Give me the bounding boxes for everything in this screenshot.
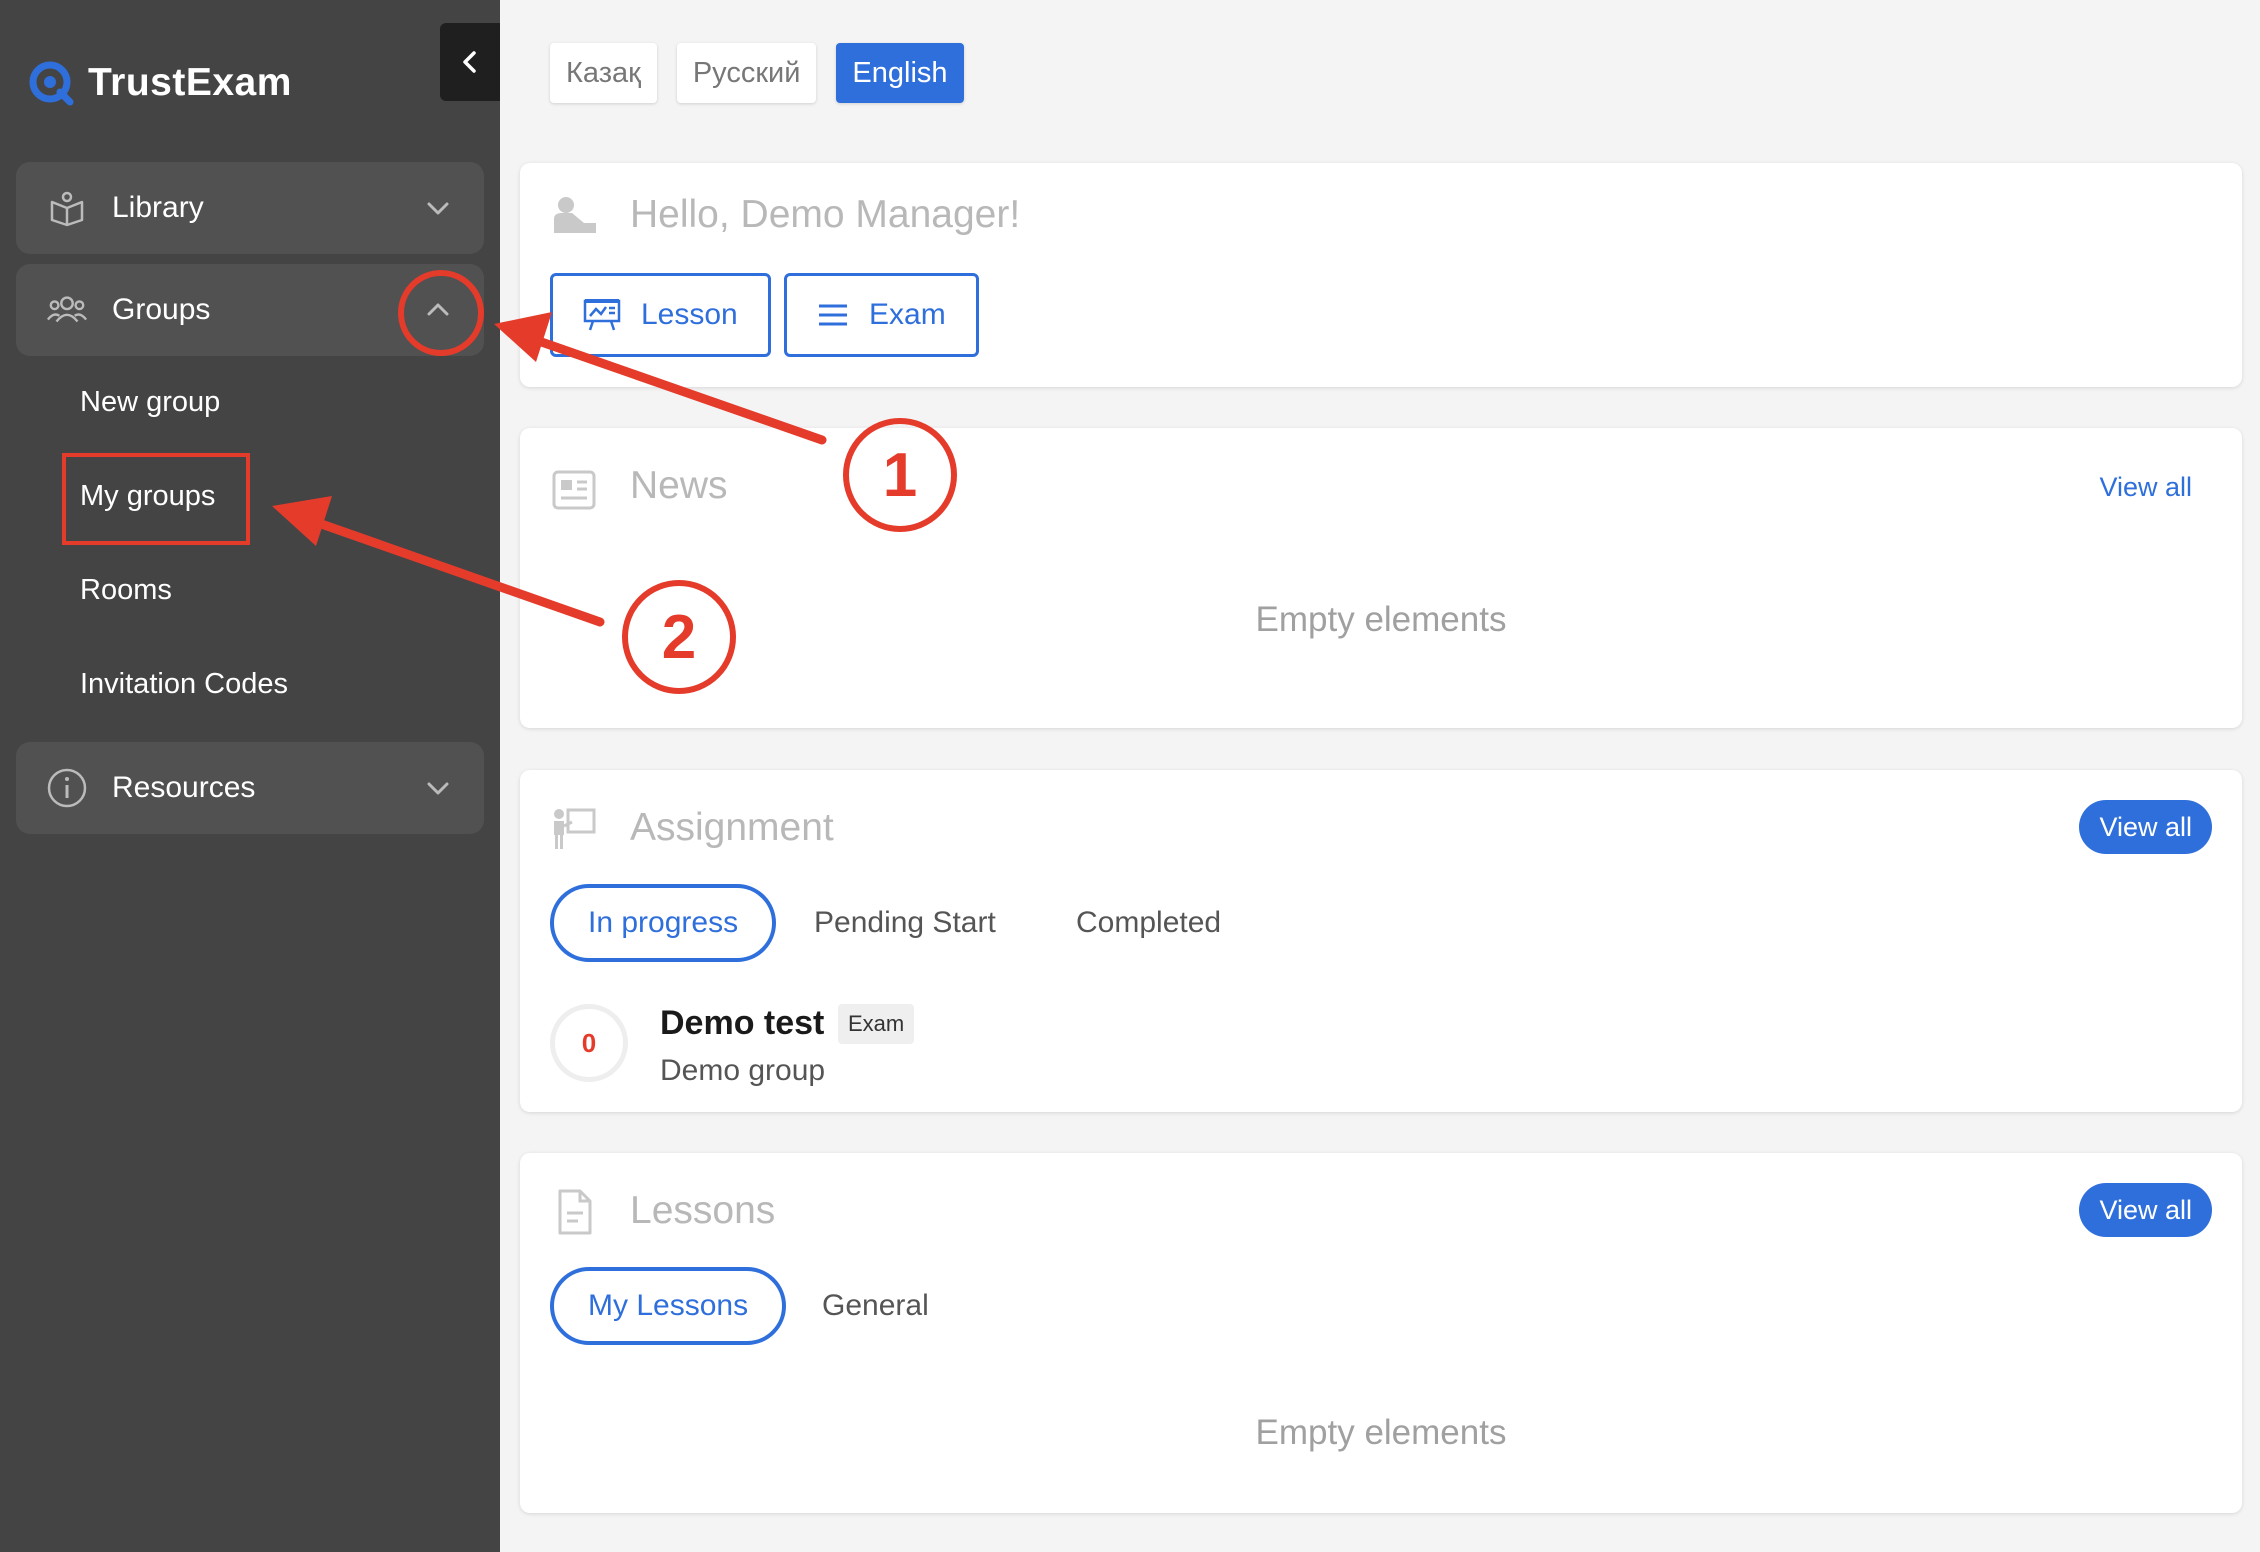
app-name: TrustExam <box>88 61 292 104</box>
score-indicator: 0 <box>550 1004 628 1082</box>
document-icon <box>558 1189 592 1235</box>
lang-english-button[interactable]: English <box>836 43 964 103</box>
sidebar-item-library[interactable]: Library <box>16 162 484 254</box>
news-empty-state: Empty elements <box>1255 600 1507 639</box>
presentation-icon <box>583 299 621 331</box>
sidebar-subitem-invitation-codes[interactable]: Invitation Codes <box>80 668 288 701</box>
exam-button-label: Exam <box>869 298 946 331</box>
lesson-button-label: Lesson <box>641 298 738 331</box>
sidebar-subitem-new-group[interactable]: New group <box>80 386 220 419</box>
news-card: News View all Empty elements <box>520 428 2242 728</box>
book-open-icon <box>46 187 88 229</box>
app-logo[interactable]: TrustExam <box>28 60 292 106</box>
collapse-sidebar-button[interactable] <box>440 23 500 101</box>
assignment-card: Assignment View all In progress Pending … <box>520 770 2242 1112</box>
assignment-item-title[interactable]: Demo test <box>660 1004 824 1043</box>
tab-general[interactable]: General <box>822 1267 929 1345</box>
highlight-box-my-groups <box>62 453 250 545</box>
tab-in-progress[interactable]: In progress <box>550 884 777 962</box>
sidebar-subitem-rooms[interactable]: Rooms <box>80 574 172 607</box>
tab-my-lessons[interactable]: My Lessons <box>550 1267 787 1345</box>
exam-button[interactable]: Exam <box>784 273 979 357</box>
assignment-view-all-button[interactable]: View all <box>2079 800 2212 854</box>
newspaper-icon <box>552 470 596 510</box>
lang-russian-button[interactable]: Русский <box>676 43 817 103</box>
users-icon <box>46 289 88 331</box>
lessons-card: Lessons View all My Lessons General Empt… <box>520 1153 2242 1513</box>
lessons-empty-state: Empty elements <box>1255 1413 1507 1452</box>
news-title: News <box>630 464 728 507</box>
sidebar: TrustExam Library Groups New group My gr… <box>0 0 500 1552</box>
assignment-title: Assignment <box>630 806 834 849</box>
teacher-board-icon <box>554 808 596 849</box>
chevron-down-icon <box>427 202 449 215</box>
info-icon <box>46 767 88 809</box>
logo-icon <box>29 61 74 106</box>
sidebar-item-label: Library <box>112 191 204 224</box>
chevron-down-icon <box>427 782 449 795</box>
sidebar-item-label: Groups <box>112 293 211 326</box>
step-1-marker: 1 <box>843 418 957 532</box>
sidebar-item-resources[interactable]: Resources <box>16 742 484 834</box>
user-presenter-icon <box>554 197 596 233</box>
tab-pending-start[interactable]: Pending Start <box>814 884 996 962</box>
chevron-left-icon <box>463 51 476 73</box>
greeting-card: Hello, Demo Manager! Lesson Exam <box>520 163 2242 387</box>
step-2-marker: 2 <box>622 580 736 694</box>
lessons-view-all-button[interactable]: View all <box>2079 1183 2212 1237</box>
language-switcher: Казақ Русский English <box>550 43 964 103</box>
sidebar-item-label: Resources <box>112 771 256 804</box>
lesson-button[interactable]: Lesson <box>550 273 771 357</box>
lessons-title: Lessons <box>630 1189 776 1232</box>
news-view-all-link[interactable]: View all <box>2099 472 2192 503</box>
lang-kazakh-button[interactable]: Казақ <box>550 43 657 103</box>
list-icon <box>819 304 847 326</box>
tab-completed[interactable]: Completed <box>1076 884 1221 962</box>
assignment-item-group: Demo group <box>660 1054 826 1087</box>
assignment-type-badge: Exam <box>838 1004 915 1044</box>
greeting-text: Hello, Demo Manager! <box>630 193 1021 236</box>
highlight-circle-groups-chevron <box>398 270 484 356</box>
